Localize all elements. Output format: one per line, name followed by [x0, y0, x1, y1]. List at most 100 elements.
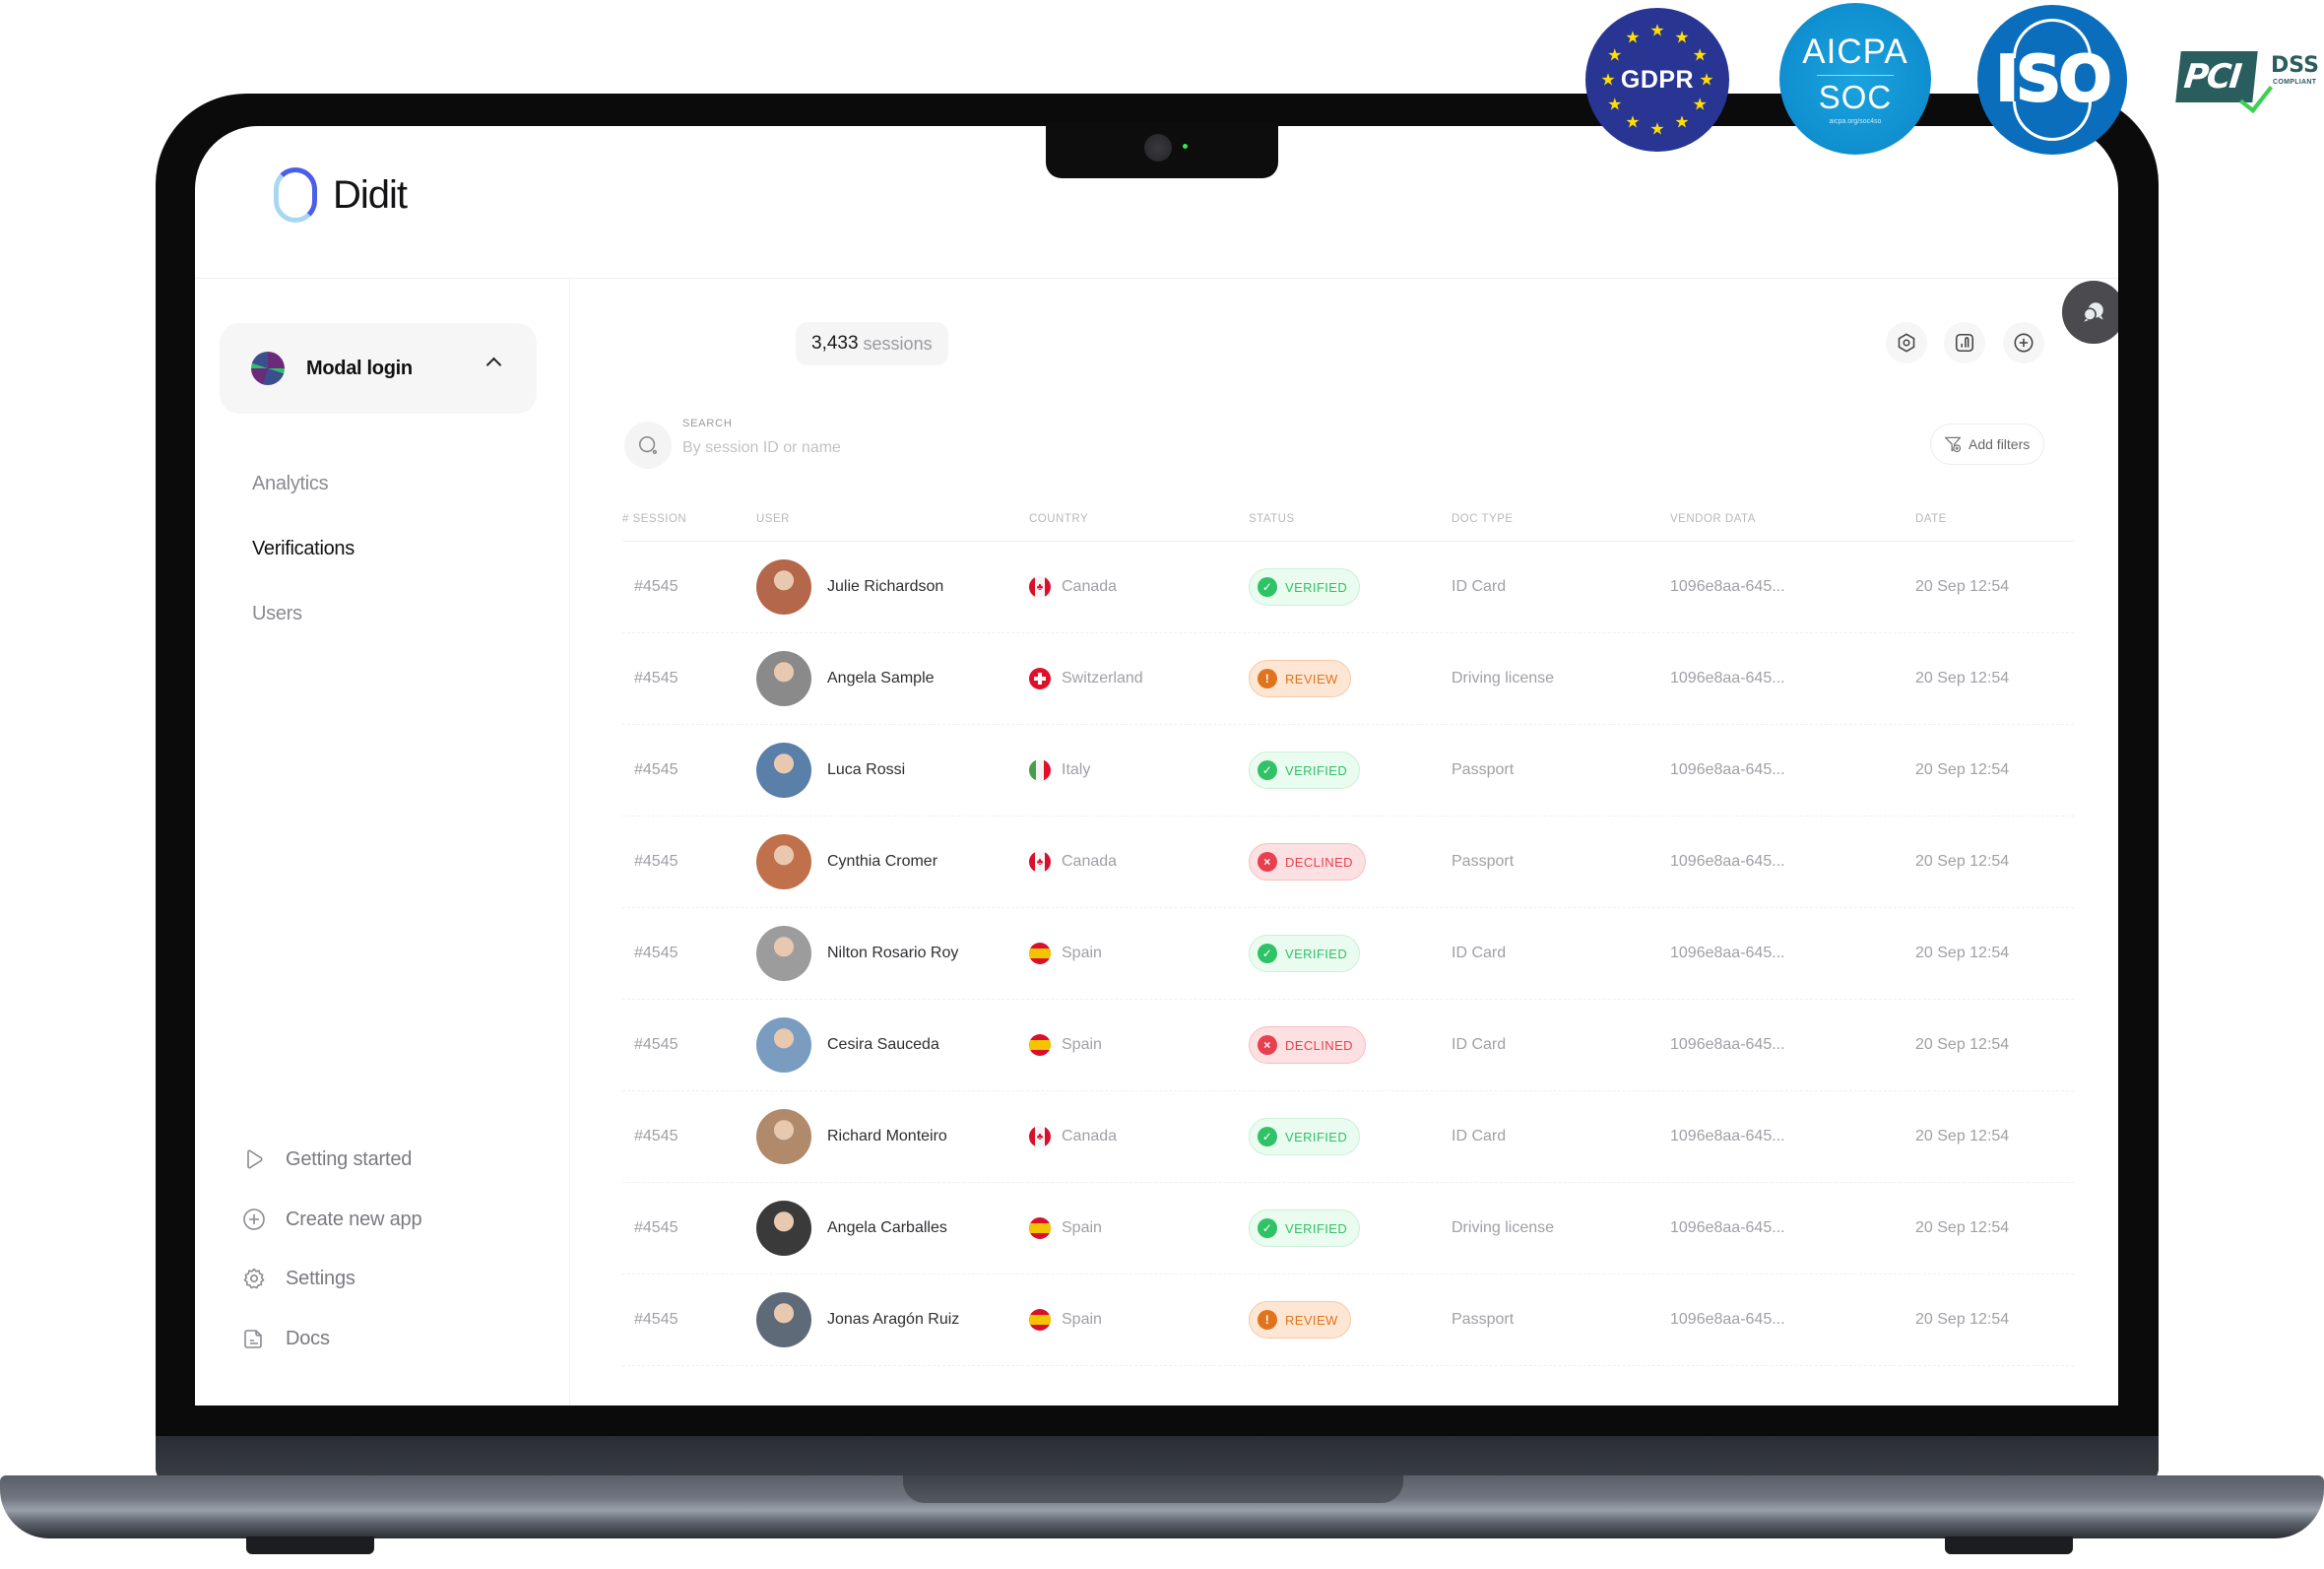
table-row[interactable]: #4545 Richard Monteiro ♣ Canada ✓ VERIFI…: [622, 1091, 2074, 1183]
column-header-vendor-data[interactable]: VENDOR DATA: [1670, 513, 1756, 525]
country-cell: ♣ Canada: [1029, 1126, 1117, 1147]
sidebar-item-verifications[interactable]: Verifications: [252, 538, 355, 560]
chat-support-button[interactable]: [2062, 281, 2118, 344]
aicpa-text: AICPA: [1802, 33, 1908, 71]
laptop-foot-left: [246, 1536, 374, 1554]
app-selector[interactable]: Modal login: [220, 323, 537, 414]
user-name[interactable]: Luca Rossi: [827, 761, 905, 779]
user-name[interactable]: Angela Carballes: [827, 1219, 947, 1237]
star-icon: ★: [1692, 45, 1708, 65]
status-text: REVIEW: [1285, 671, 1338, 686]
status-declined-icon: ×: [1258, 1035, 1277, 1055]
doc-type: Passport: [1452, 761, 1515, 778]
session-id: #4545: [634, 1128, 678, 1144]
status-text: VERIFIED: [1285, 579, 1348, 595]
sidebar-item-users[interactable]: Users: [252, 603, 302, 625]
flag-ch-icon: [1029, 668, 1051, 689]
doc-type: ID Card: [1452, 1036, 1507, 1053]
sidebar-item-docs[interactable]: Docs: [242, 1327, 330, 1350]
sidebar-item-getting-started[interactable]: Getting started: [242, 1147, 412, 1171]
session-date: 20 Sep 12:54: [1915, 1036, 2010, 1053]
user-name[interactable]: Julie Richardson: [827, 578, 943, 596]
user-name[interactable]: Jonas Aragón Ruiz: [827, 1311, 959, 1329]
country-name: Canada: [1062, 578, 1118, 595]
status-text: VERIFIED: [1285, 946, 1348, 961]
status-badge: × DECLINED: [1249, 1026, 1366, 1064]
column-header-date[interactable]: DATE: [1915, 513, 1947, 525]
table-row[interactable]: #4545 Luca Rossi Italy ✓ VERIFIED Passpo…: [622, 725, 2074, 817]
brand-logo[interactable]: Didit: [274, 167, 408, 223]
table-row[interactable]: #4545 Julie Richardson ♣ Canada ✓ VERIFI…: [622, 542, 2074, 633]
sidebar-item-settings[interactable]: Settings: [242, 1267, 355, 1290]
chat-bubbles-icon: [2083, 302, 2103, 322]
user-name[interactable]: Richard Monteiro: [827, 1128, 947, 1145]
sessions-count: 3,433: [811, 333, 859, 354]
search-button[interactable]: [624, 422, 672, 469]
avatar: [756, 834, 811, 889]
star-icon: ★: [1649, 119, 1665, 139]
pci-dss-badge: PCI DSS COMPLIANT: [2174, 47, 2322, 114]
vendor-data: 1096e8aa-645...: [1670, 945, 1785, 961]
table-row[interactable]: #4545 Angela Carballes Spain ✓ VERIFIED …: [622, 1183, 2074, 1275]
add-button[interactable]: [2003, 322, 2044, 363]
app-avatar: [251, 352, 285, 385]
user-name[interactable]: Cesira Sauceda: [827, 1036, 939, 1054]
country-cell: Spain: [1029, 943, 1102, 964]
table-row[interactable]: #4545 Jonas Aragón Ruiz Spain ! REVIEW P…: [622, 1275, 2074, 1366]
sidebar-item-create-new-app[interactable]: Create new app: [242, 1208, 422, 1231]
avatar: [756, 559, 811, 615]
session-date: 20 Sep 12:54: [1915, 1311, 2010, 1328]
country-cell: Switzerland: [1029, 668, 1143, 689]
session-date: 20 Sep 12:54: [1915, 578, 2010, 595]
sessions-label: sessions: [863, 333, 933, 354]
star-icon: ★: [1699, 70, 1714, 90]
status-verified-icon: ✓: [1258, 760, 1277, 780]
status-text: VERIFIED: [1285, 1220, 1348, 1236]
compliant-text: COMPLIANT: [2273, 79, 2317, 86]
vendor-data: 1096e8aa-645...: [1670, 578, 1785, 595]
plus-circle-icon: [242, 1208, 266, 1231]
doc-type: Passport: [1452, 1311, 1515, 1328]
session-id: #4545: [634, 1036, 678, 1053]
settings-button[interactable]: [1886, 322, 1927, 363]
avatar: [756, 1017, 811, 1073]
gdpr-text: GDPR: [1620, 65, 1695, 94]
camera-icon: [1144, 134, 1172, 162]
doc-type: ID Card: [1452, 945, 1507, 961]
user-name[interactable]: Nilton Rosario Roy: [827, 945, 958, 962]
table-row[interactable]: #4545 Cesira Sauceda Spain × DECLINED ID…: [622, 1000, 2074, 1091]
user-name[interactable]: Cynthia Cromer: [827, 853, 937, 871]
flag-es-icon: [1029, 1034, 1051, 1056]
table-row[interactable]: #4545 Cynthia Cromer ♣ Canada × DECLINED…: [622, 817, 2074, 908]
column-header-status[interactable]: STATUS: [1249, 513, 1295, 525]
gear-icon: [242, 1267, 266, 1290]
doc-type: ID Card: [1452, 1128, 1507, 1144]
avatar: [756, 651, 811, 706]
star-icon: ★: [1649, 21, 1665, 40]
vendor-data: 1096e8aa-645...: [1670, 1311, 1785, 1328]
table-row[interactable]: #4545 Nilton Rosario Roy Spain ✓ VERIFIE…: [622, 908, 2074, 1000]
soc-text: SOC: [1818, 79, 1893, 115]
country-name: Spain: [1062, 945, 1102, 961]
user-name[interactable]: Angela Sample: [827, 670, 935, 687]
sidebar-item-label: Create new app: [286, 1208, 422, 1230]
search-icon: [638, 435, 658, 455]
column-header-user[interactable]: USER: [756, 513, 790, 525]
country-name: Spain: [1062, 1036, 1102, 1053]
vendor-data: 1096e8aa-645...: [1670, 761, 1785, 778]
table-row[interactable]: #4545 Angela Sample Switzerland ! REVIEW…: [622, 633, 2074, 725]
hexagon-settings-icon: [1898, 333, 1915, 353]
column-header-session[interactable]: # SESSION: [622, 513, 686, 525]
column-header-country[interactable]: COUNTRY: [1029, 513, 1088, 525]
add-filters-button[interactable]: Add filters: [1930, 424, 2045, 465]
country-name: Spain: [1062, 1311, 1102, 1328]
analytics-button[interactable]: [1944, 322, 1985, 363]
camera-notch: [1046, 123, 1278, 178]
status-review-icon: !: [1258, 669, 1277, 688]
search-input[interactable]: [682, 439, 1175, 457]
avatar: [756, 1201, 811, 1256]
flag-ca-icon: ♣: [1029, 576, 1051, 598]
column-header-doc-type[interactable]: DOC TYPE: [1452, 513, 1514, 525]
laptop-base-notch: [903, 1475, 1403, 1503]
sidebar-item-analytics[interactable]: Analytics: [252, 473, 329, 495]
